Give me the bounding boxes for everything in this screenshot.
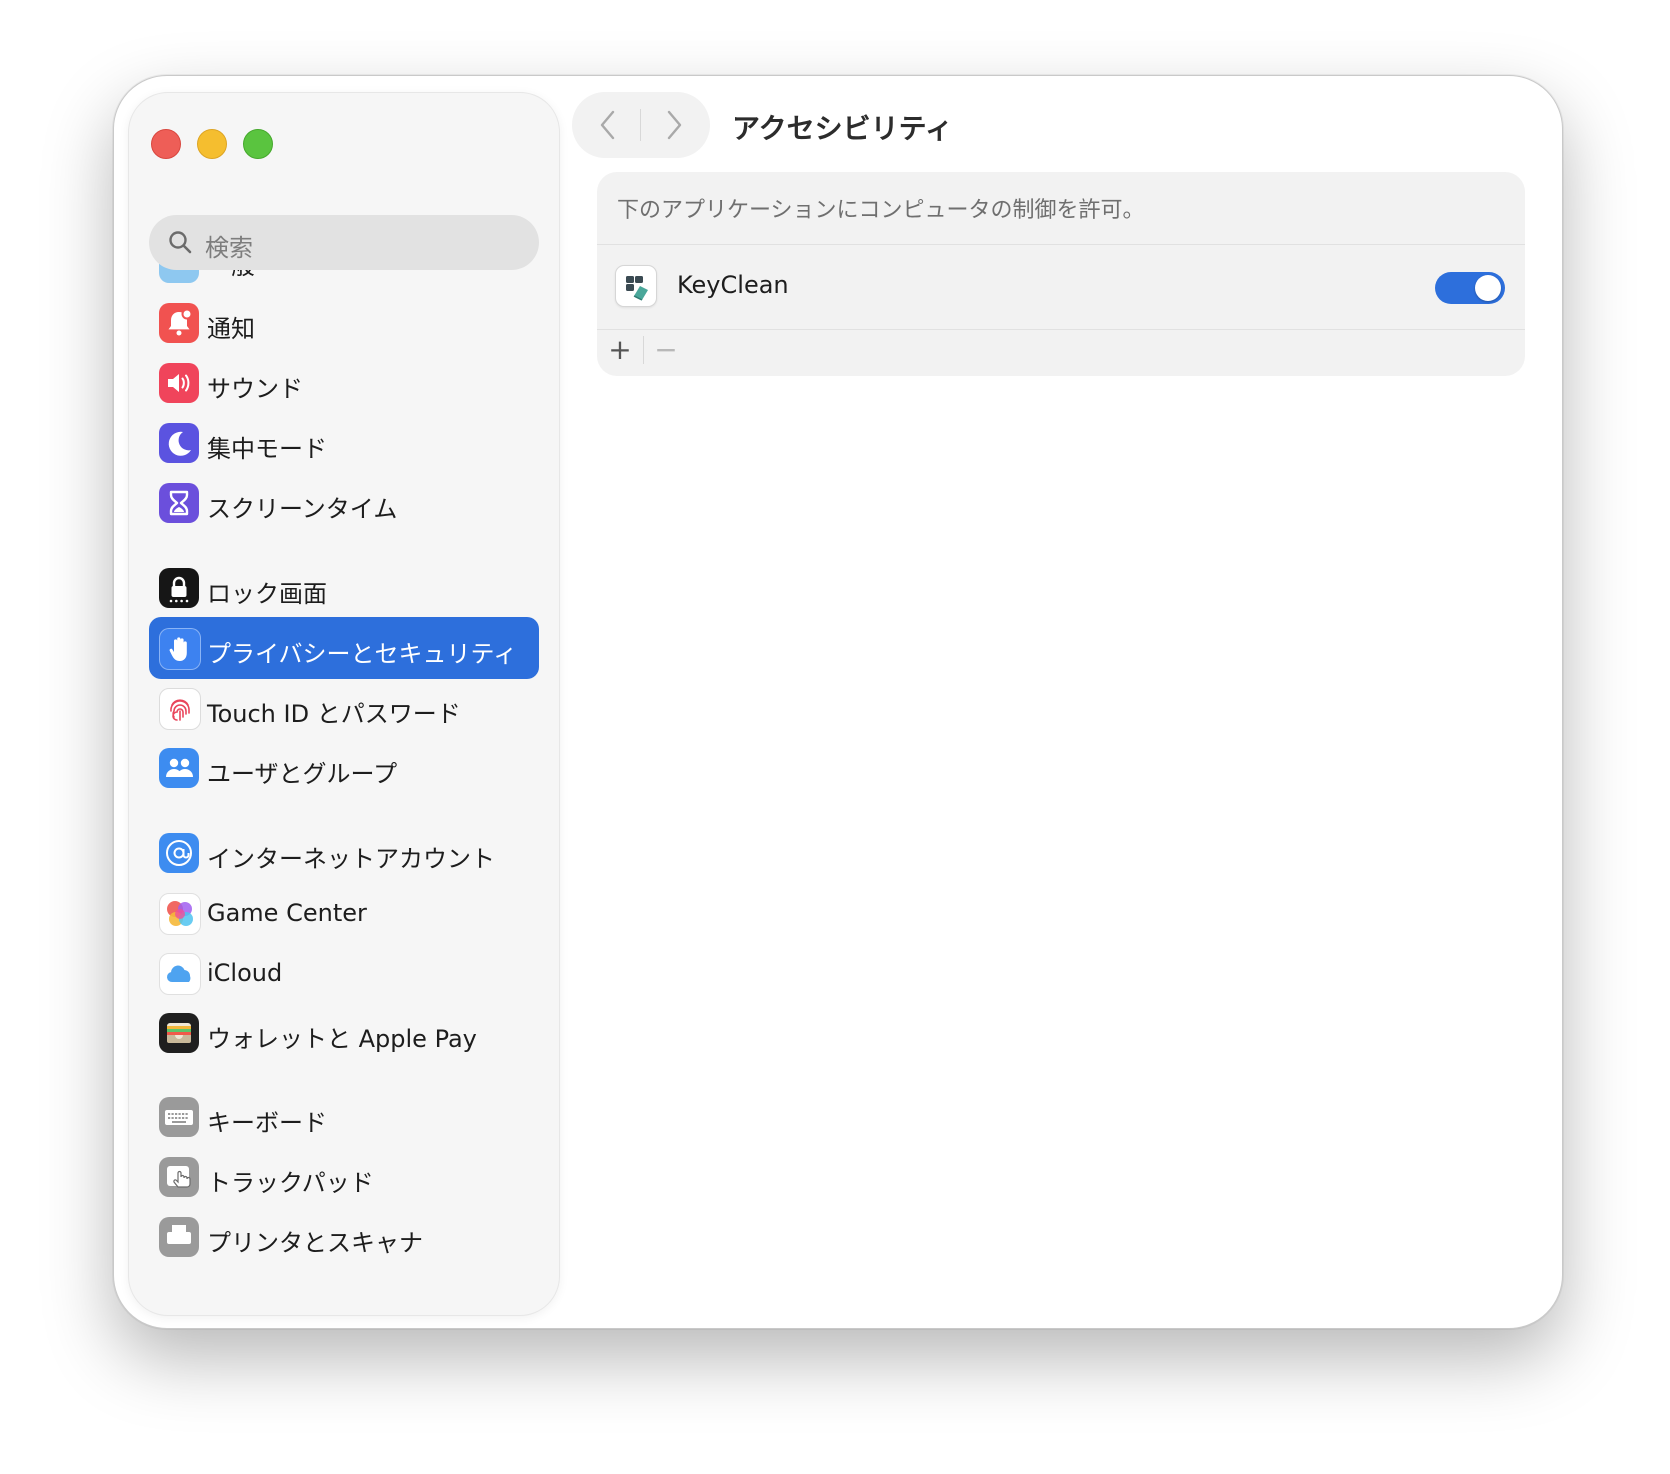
sidebar-item-notifications[interactable]: 通知 bbox=[149, 292, 539, 354]
sidebar-item-label: ウォレットと Apple Pay bbox=[207, 1025, 477, 1053]
wallet-icon bbox=[159, 1013, 199, 1053]
sidebar-item-label: トラックパッド bbox=[207, 1169, 374, 1197]
maximize-window-button[interactable] bbox=[243, 129, 273, 159]
keyclean-toggle[interactable] bbox=[1435, 272, 1505, 304]
sidebar-item-label: iCloud bbox=[207, 959, 283, 987]
sidebar-item-screen-time[interactable]: スクリーンタイム bbox=[149, 472, 539, 534]
nav-divider bbox=[640, 109, 641, 141]
accessibility-apps-panel: 下のアプリケーションにコンピュータの制御を許可。 KeyClean + − bbox=[597, 172, 1525, 376]
navigation-controls bbox=[572, 92, 710, 158]
sidebar-item-label: キーボード bbox=[207, 1109, 327, 1137]
sidebar-item-label: スクリーンタイム bbox=[207, 495, 398, 523]
trackpad-icon bbox=[159, 1157, 199, 1197]
panel-description: 下のアプリケーションにコンピュータの制御を許可。 bbox=[617, 198, 1145, 223]
sidebar-item-label: Touch ID とパスワード bbox=[207, 700, 461, 728]
sidebar-item-internet-accounts[interactable]: インターネットアカウント bbox=[149, 822, 539, 884]
sidebar-item-sound[interactable]: サウンド bbox=[149, 352, 539, 414]
fingerprint-icon bbox=[159, 688, 201, 730]
sidebar-item-label: 通知 bbox=[207, 315, 255, 343]
back-button[interactable] bbox=[590, 108, 626, 142]
sidebar: 一般 検索 通知 bbox=[128, 92, 560, 1316]
sidebar-item-label: 集中モード bbox=[207, 435, 327, 463]
remove-app-button[interactable]: − bbox=[653, 332, 679, 368]
sidebar-item-label: Game Center bbox=[207, 899, 367, 927]
sidebar-item-game-center[interactable]: Game Center bbox=[149, 882, 539, 944]
moon-icon bbox=[159, 423, 199, 463]
sidebar-item-label: プリンタとスキャナ bbox=[207, 1229, 423, 1257]
sidebar-item-icloud[interactable]: iCloud bbox=[149, 942, 539, 1004]
sidebar-item-keyboard[interactable]: キーボード bbox=[149, 1086, 539, 1148]
sidebar-item-lock-screen[interactable]: ロック画面 bbox=[149, 557, 539, 619]
app-name: KeyClean bbox=[677, 271, 789, 299]
people-icon bbox=[159, 748, 199, 788]
add-app-button[interactable]: + bbox=[607, 332, 633, 368]
sidebar-item-label: ロック画面 bbox=[207, 580, 327, 608]
bell-badge-icon bbox=[159, 303, 199, 343]
sidebar-item-touch-id[interactable]: Touch ID とパスワード bbox=[149, 677, 539, 739]
settings-window: 一般 検索 通知 bbox=[113, 75, 1563, 1329]
keyclean-app-icon bbox=[615, 265, 657, 307]
printer-icon bbox=[159, 1217, 199, 1257]
cloud-icon bbox=[159, 953, 201, 995]
sidebar-item-label: プライバシーとセキュリティ bbox=[207, 640, 518, 668]
app-row[interactable]: KeyClean bbox=[597, 244, 1525, 330]
chevron-right-icon bbox=[667, 110, 682, 140]
game-center-icon bbox=[159, 893, 201, 935]
search-field[interactable]: 検索 bbox=[149, 215, 539, 270]
sidebar-item-label: サウンド bbox=[207, 375, 303, 403]
speaker-wave-icon bbox=[159, 363, 199, 403]
search-placeholder: 検索 bbox=[205, 234, 253, 262]
close-window-button[interactable] bbox=[151, 129, 181, 159]
sidebar-item-wallet[interactable]: ウォレットと Apple Pay bbox=[149, 1002, 539, 1064]
toggle-knob bbox=[1475, 275, 1501, 301]
chevron-left-icon bbox=[600, 110, 615, 140]
hand-raised-icon bbox=[159, 628, 201, 670]
sidebar-item-label: ユーザとグループ bbox=[207, 760, 398, 788]
search-icon bbox=[169, 231, 192, 254]
hourglass-icon bbox=[159, 483, 199, 523]
at-sign-icon bbox=[159, 833, 199, 873]
page-title: アクセシビリティ bbox=[732, 112, 953, 145]
minimize-window-button[interactable] bbox=[197, 129, 227, 159]
sidebar-item-label: インターネットアカウント bbox=[207, 845, 495, 873]
sidebar-item-printers[interactable]: プリンタとスキャナ bbox=[149, 1206, 539, 1268]
forward-button[interactable] bbox=[656, 108, 692, 142]
sidebar-item-focus[interactable]: 集中モード bbox=[149, 412, 539, 474]
sidebar-item-users-groups[interactable]: ユーザとグループ bbox=[149, 737, 539, 799]
sidebar-item-privacy-security[interactable]: プライバシーとセキュリティ bbox=[149, 617, 539, 679]
lock-icon bbox=[159, 568, 199, 608]
sidebar-item-trackpad[interactable]: トラックパッド bbox=[149, 1146, 539, 1208]
keyboard-icon bbox=[159, 1097, 199, 1137]
button-divider bbox=[643, 336, 644, 364]
